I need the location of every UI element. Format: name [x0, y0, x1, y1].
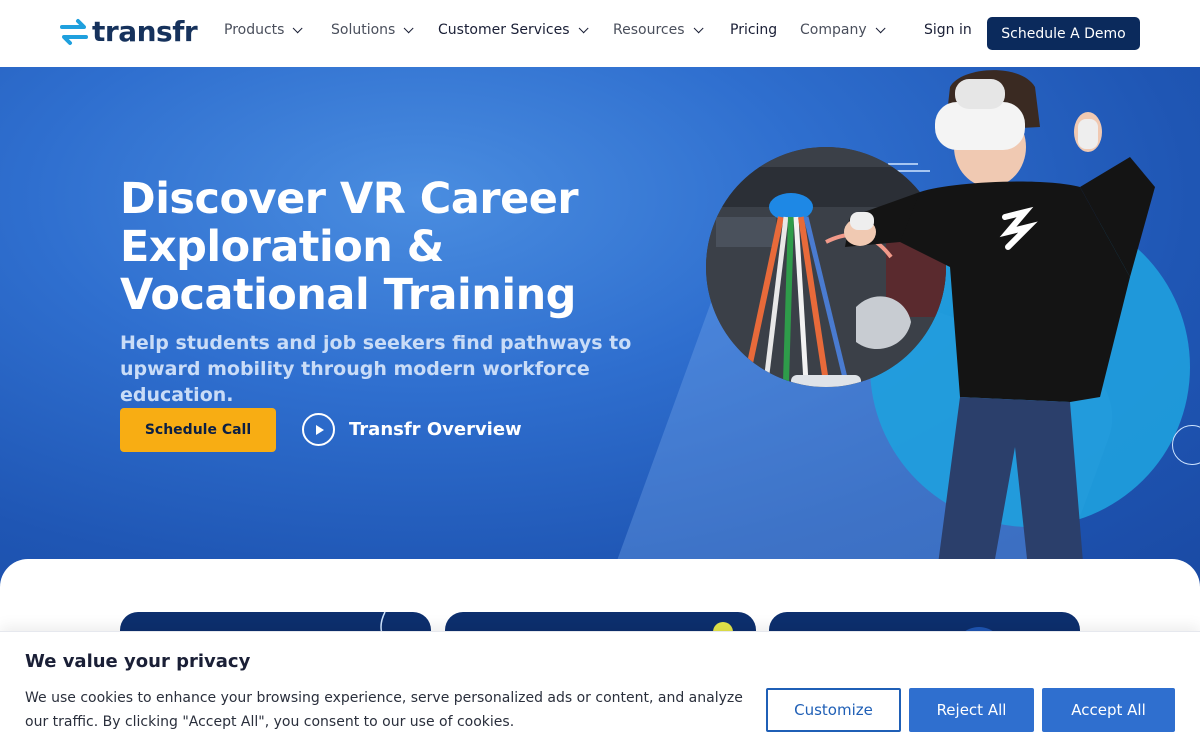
transfr-logo[interactable]: transfr	[60, 15, 198, 48]
nav-solutions[interactable]: Solutions	[331, 22, 414, 38]
customize-button[interactable]: Customize	[766, 688, 901, 732]
cookie-title: We value your privacy	[25, 651, 251, 672]
cookie-text: We use cookies to enhance your browsing …	[25, 690, 743, 730]
schedule-call-button[interactable]: Schedule Call	[120, 408, 276, 452]
reject-all-button[interactable]: Reject All	[909, 688, 1034, 732]
logo-wordmark: transfr	[92, 15, 198, 48]
play-icon	[302, 413, 335, 446]
hero-headline: Discover VR Career Exploration & Vocatio…	[120, 174, 579, 320]
nav-products[interactable]: Products	[224, 22, 304, 38]
chevron-down-icon	[875, 22, 886, 33]
chevron-down-icon	[693, 22, 704, 33]
hero-section: Discover VR Career Exploration & Vocatio…	[0, 67, 1200, 587]
person-vr-headset-image	[844, 70, 1155, 587]
cookie-consent-banner: We value your privacy We use cookies to …	[0, 631, 1200, 750]
schedule-demo-button[interactable]: Schedule A Demo	[987, 17, 1140, 50]
overview-label: Transfr Overview	[349, 419, 522, 440]
nav-pricing-label: Pricing	[730, 22, 778, 38]
nav-resources-label: Resources	[613, 22, 685, 38]
top-nav: transfr Products Solutions Customer Serv…	[0, 0, 1200, 67]
nav-company[interactable]: Company	[800, 22, 886, 38]
nav-customer-services-label: Customer Services	[438, 22, 570, 38]
chevron-down-icon	[403, 22, 414, 33]
nav-solutions-label: Solutions	[331, 22, 396, 38]
nav-customer-services[interactable]: Customer Services	[438, 22, 589, 38]
accept-all-button[interactable]: Accept All	[1042, 688, 1175, 732]
transfr-logo-icon	[60, 19, 88, 45]
chevron-down-icon	[293, 22, 304, 33]
nav-company-label: Company	[800, 22, 867, 38]
nav-pricing[interactable]: Pricing	[730, 22, 777, 38]
chevron-down-icon	[578, 22, 589, 33]
nav-products-label: Products	[224, 22, 285, 38]
nav-resources[interactable]: Resources	[613, 22, 704, 38]
hero-subheadline: Help students and job seekers find pathw…	[120, 332, 632, 406]
transfr-overview-video-link[interactable]: Transfr Overview	[302, 413, 522, 446]
hero-outline-circle	[1172, 425, 1200, 465]
sign-in-link[interactable]: Sign in	[924, 22, 972, 38]
